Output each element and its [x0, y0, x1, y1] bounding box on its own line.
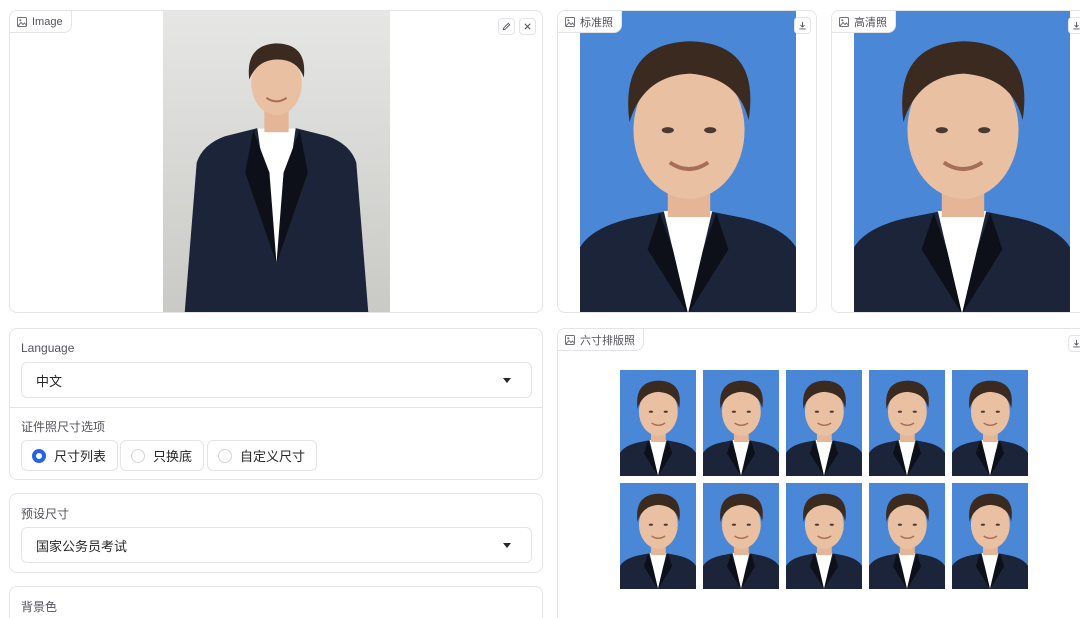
preset-size-panel: 预设尺寸 国家公务员考试 [9, 493, 543, 573]
layout-photo-item [620, 483, 696, 589]
download-icon [799, 21, 806, 30]
image-icon [565, 16, 575, 27]
layout-photo-label: 六寸排版照 [558, 329, 644, 351]
preset-size-value: 国家公务员考试 [36, 538, 128, 554]
edit-button[interactable] [498, 18, 515, 35]
image-icon [565, 334, 575, 345]
layout-photo-item [703, 483, 779, 589]
edit-icon [502, 22, 511, 31]
standard-photo-label: 标准照 [558, 11, 622, 33]
hd-download-button[interactable] [1068, 17, 1080, 34]
hd-photo-panel: 高清照 [831, 10, 1080, 313]
radio-dot [218, 448, 232, 463]
layout-photo-item [786, 370, 862, 476]
size-options-label: 证件照尺寸选项 [21, 420, 106, 434]
layout-sheet [620, 370, 1028, 589]
input-image-panel[interactable]: Image [9, 10, 543, 313]
hd-photo-label: 高清照 [832, 11, 896, 33]
download-icon [1073, 21, 1080, 30]
clear-button[interactable] [519, 18, 536, 35]
background-color-label: 背景色 [21, 600, 58, 614]
language-value: 中文 [36, 373, 63, 389]
standard-photo [580, 11, 796, 313]
layout-photo-item [620, 370, 696, 476]
download-icon [1073, 339, 1080, 348]
input-photo [163, 11, 390, 312]
image-icon [839, 16, 849, 27]
hd-photo [854, 11, 1070, 313]
radio-bg-only[interactable]: 只换底 [120, 440, 205, 471]
chevron-down-icon [503, 378, 511, 383]
language-label: Language [21, 341, 75, 355]
radio-dot [32, 448, 46, 463]
radio-size-list[interactable]: 尺寸列表 [21, 440, 119, 471]
layout-photo-item [952, 483, 1028, 589]
layout-photo-item [869, 483, 945, 589]
chevron-down-icon [503, 543, 511, 548]
radio-dot [131, 448, 145, 463]
preset-size-select[interactable]: 国家公务员考试 [21, 527, 532, 563]
image-icon [17, 16, 27, 27]
preset-size-label: 预设尺寸 [21, 507, 70, 521]
layout-photo-item [869, 370, 945, 476]
layout-photo-item [786, 483, 862, 589]
settings-panel: Language 中文 证件照尺寸选项 尺寸列表 只换底 自定义尺寸 [9, 328, 543, 480]
layout-photo-item [952, 370, 1028, 476]
standard-download-button[interactable] [794, 17, 811, 34]
close-icon [524, 23, 531, 30]
language-select[interactable]: 中文 [21, 362, 532, 398]
background-color-panel: 背景色 [9, 586, 543, 618]
divider [10, 407, 542, 408]
input-image-label: Image [10, 11, 72, 33]
layout-photo-panel: 六寸排版照 [557, 328, 1080, 618]
standard-photo-panel: 标准照 [557, 10, 817, 313]
layout-download-button[interactable] [1068, 335, 1080, 352]
radio-custom-size[interactable]: 自定义尺寸 [207, 440, 318, 471]
layout-photo-item [703, 370, 779, 476]
